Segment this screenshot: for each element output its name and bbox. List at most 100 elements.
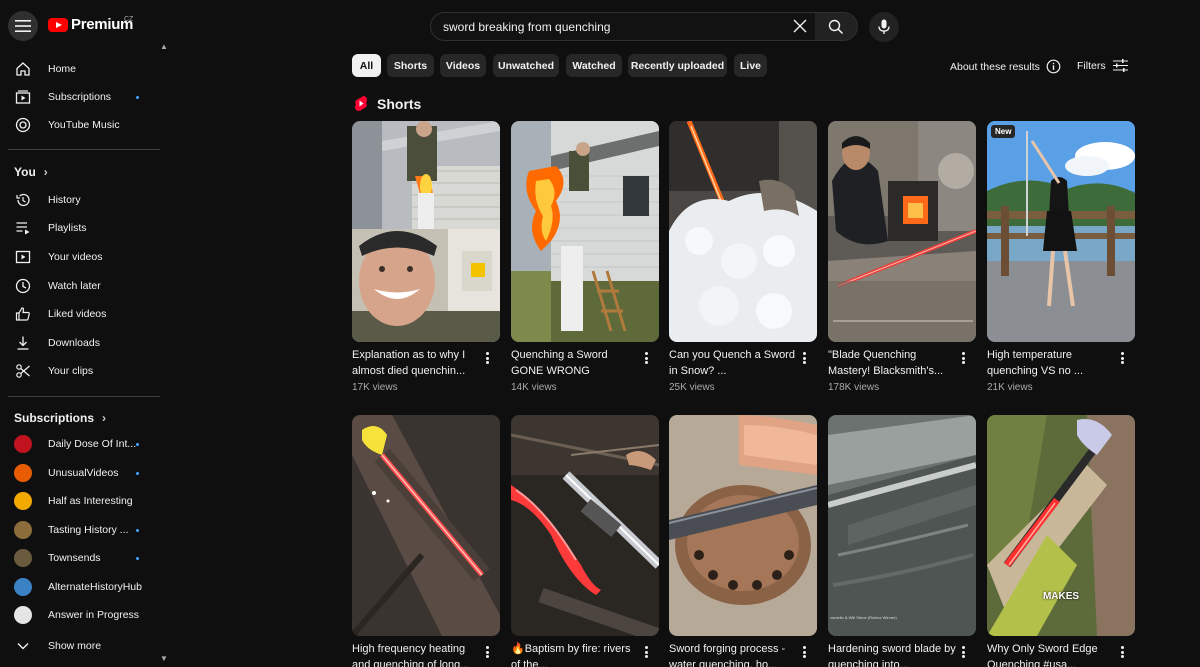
search-icon xyxy=(828,19,844,34)
sidebar: ▲ Home Subscriptions YouTube Music You ›… xyxy=(0,42,172,667)
more-options-icon[interactable] xyxy=(1117,350,1127,366)
sidebar-item-watch-later[interactable]: Watch later xyxy=(0,272,160,300)
short-thumbnail[interactable] xyxy=(511,121,659,342)
sidebar-item-history[interactable]: History xyxy=(0,186,160,214)
sidebar-item-youtube-music[interactable]: YouTube Music xyxy=(0,111,160,139)
youtube-premium-logo[interactable]: Premium xyxy=(48,16,133,33)
clear-search-button[interactable] xyxy=(790,16,810,36)
channel-avatar xyxy=(14,464,32,482)
channel-name: AlternateHistoryHub xyxy=(48,581,142,593)
chip-recently-uploaded[interactable]: Recently uploaded xyxy=(628,54,727,77)
new-content-dot xyxy=(136,442,139,446)
more-options-icon[interactable] xyxy=(799,644,809,660)
more-options-icon[interactable] xyxy=(958,350,968,366)
sidebar-item-your-videos[interactable]: Your videos xyxy=(0,243,160,271)
close-icon xyxy=(793,19,807,33)
more-options-icon[interactable] xyxy=(958,644,968,660)
chip-unwatched[interactable]: Unwatched xyxy=(493,54,559,77)
youtube-logo-icon xyxy=(48,17,68,32)
short-thumbnail[interactable] xyxy=(669,415,817,636)
more-options-icon[interactable] xyxy=(641,350,651,366)
short-thumbnail[interactable] xyxy=(352,121,500,342)
sidebar-item-label: Your clips xyxy=(48,365,94,377)
subscriptions-icon xyxy=(14,88,32,106)
short-title[interactable]: Why Only Sword Edge Quenching #usa... xyxy=(987,642,1117,667)
more-options-icon[interactable] xyxy=(482,644,492,660)
short-title[interactable]: High temperature quenching VS no ... xyxy=(987,348,1117,379)
short-title[interactable]: Can you Quench a Sword in Snow? ... xyxy=(669,348,799,379)
sidebar-show-more[interactable]: Show more xyxy=(0,632,160,660)
chip-shorts[interactable]: Shorts xyxy=(387,54,434,77)
short-title[interactable]: Sword forging process - water quenching,… xyxy=(669,642,799,667)
chip-watched[interactable]: Watched xyxy=(566,54,622,77)
sidebar-item-your-clips[interactable]: Your clips xyxy=(0,357,160,385)
short-views: 14K views xyxy=(511,382,557,393)
more-options-icon[interactable] xyxy=(482,350,492,366)
chip-videos[interactable]: Videos xyxy=(440,54,486,77)
short-thumbnail[interactable] xyxy=(669,121,817,342)
filters-button[interactable]: Filters xyxy=(1077,59,1128,72)
sidebar-channel-item[interactable]: Answer in Progress xyxy=(0,601,160,629)
sidebar-item-liked-videos[interactable]: Liked videos xyxy=(0,300,160,328)
sidebar-channel-item[interactable]: Tasting History ... xyxy=(0,516,160,544)
sidebar-section-subscriptions[interactable]: Subscriptions › xyxy=(14,411,106,425)
short-title[interactable]: Hardening sword blade by quenching into.… xyxy=(828,642,958,667)
section-title: You xyxy=(14,165,36,179)
new-content-dot xyxy=(136,471,139,475)
channel-avatar xyxy=(14,521,32,539)
sidebar-channel-item[interactable]: Townsends xyxy=(0,544,160,572)
info-icon xyxy=(1046,59,1061,74)
short-views: 17K views xyxy=(352,382,398,393)
chip-all[interactable]: All xyxy=(352,54,381,77)
short-thumbnail[interactable]: MAKES xyxy=(987,415,1135,636)
microphone-icon xyxy=(878,19,890,34)
voice-search-button[interactable] xyxy=(869,12,899,42)
short-title[interactable]: Quenching a Sword GONE WRONG xyxy=(511,348,641,379)
sidebar-item-label: Liked videos xyxy=(48,308,107,320)
shorts-section-header: Shorts xyxy=(354,95,421,112)
sidebar-divider xyxy=(8,149,160,150)
chevron-right-icon: › xyxy=(43,165,48,179)
chevron-right-icon: › xyxy=(102,411,107,425)
history-icon xyxy=(14,191,32,209)
search-input[interactable]: sword breaking from quenching xyxy=(430,12,816,41)
short-title[interactable]: 🔥Baptism by fire: rivers of the... xyxy=(511,642,641,667)
search-button[interactable] xyxy=(815,12,858,41)
short-thumbnail[interactable]: New xyxy=(987,121,1135,342)
channel-avatar xyxy=(14,435,32,453)
short-views: 21K views xyxy=(987,382,1033,393)
more-options-icon[interactable] xyxy=(1117,644,1127,660)
more-options-icon[interactable] xyxy=(799,350,809,366)
about-results-label: About these results xyxy=(950,60,1040,73)
short-thumbnail[interactable] xyxy=(828,121,976,342)
sidebar-item-subscriptions[interactable]: Subscriptions xyxy=(0,83,160,111)
channel-name: Tasting History ... xyxy=(48,524,129,536)
sidebar-divider xyxy=(8,396,160,397)
short-title[interactable]: "Blade Quenching Mastery! Blacksmith's..… xyxy=(828,348,958,379)
short-thumbnail[interactable] xyxy=(352,415,500,636)
short-title[interactable]: Explanation as to why I almost died quen… xyxy=(352,348,482,379)
new-content-dot xyxy=(136,556,139,560)
short-title[interactable]: High frequency heating and quenching of … xyxy=(352,642,482,667)
scroll-down-arrow[interactable]: ▼ xyxy=(160,654,168,663)
about-these-results-button[interactable]: About these results xyxy=(950,59,1061,74)
sidebar-channel-item[interactable]: UnusualVideos xyxy=(0,459,160,487)
sidebar-item-home[interactable]: Home xyxy=(0,55,160,83)
channel-name: Daily Dose Of Int... xyxy=(48,438,137,450)
sidebar-item-downloads[interactable]: Downloads xyxy=(0,329,160,357)
scroll-up-arrow[interactable]: ▲ xyxy=(160,42,168,51)
more-options-icon[interactable] xyxy=(641,644,651,660)
sidebar-item-playlists[interactable]: Playlists xyxy=(0,214,160,242)
short-thumbnail[interactable] xyxy=(511,415,659,636)
sidebar-item-label: Home xyxy=(48,63,77,75)
sidebar-channel-item[interactable]: AlternateHistoryHub xyxy=(0,573,160,601)
short-thumbnail[interactable]: comelin & Will Stone (Roblox Winner) xyxy=(828,415,976,636)
sidebar-item-label: YouTube Music xyxy=(48,119,120,131)
sidebar-channel-item[interactable]: Half as Interesting xyxy=(0,487,160,515)
sidebar-section-you[interactable]: You › xyxy=(14,165,48,179)
hamburger-menu-button[interactable] xyxy=(8,11,38,41)
top-bar: Premium CZ sword breaking from quenching xyxy=(0,0,1200,52)
sidebar-channel-item[interactable]: Daily Dose Of Int... xyxy=(0,430,160,458)
channel-name: Answer in Progress xyxy=(48,609,140,621)
chip-live[interactable]: Live xyxy=(734,54,767,77)
